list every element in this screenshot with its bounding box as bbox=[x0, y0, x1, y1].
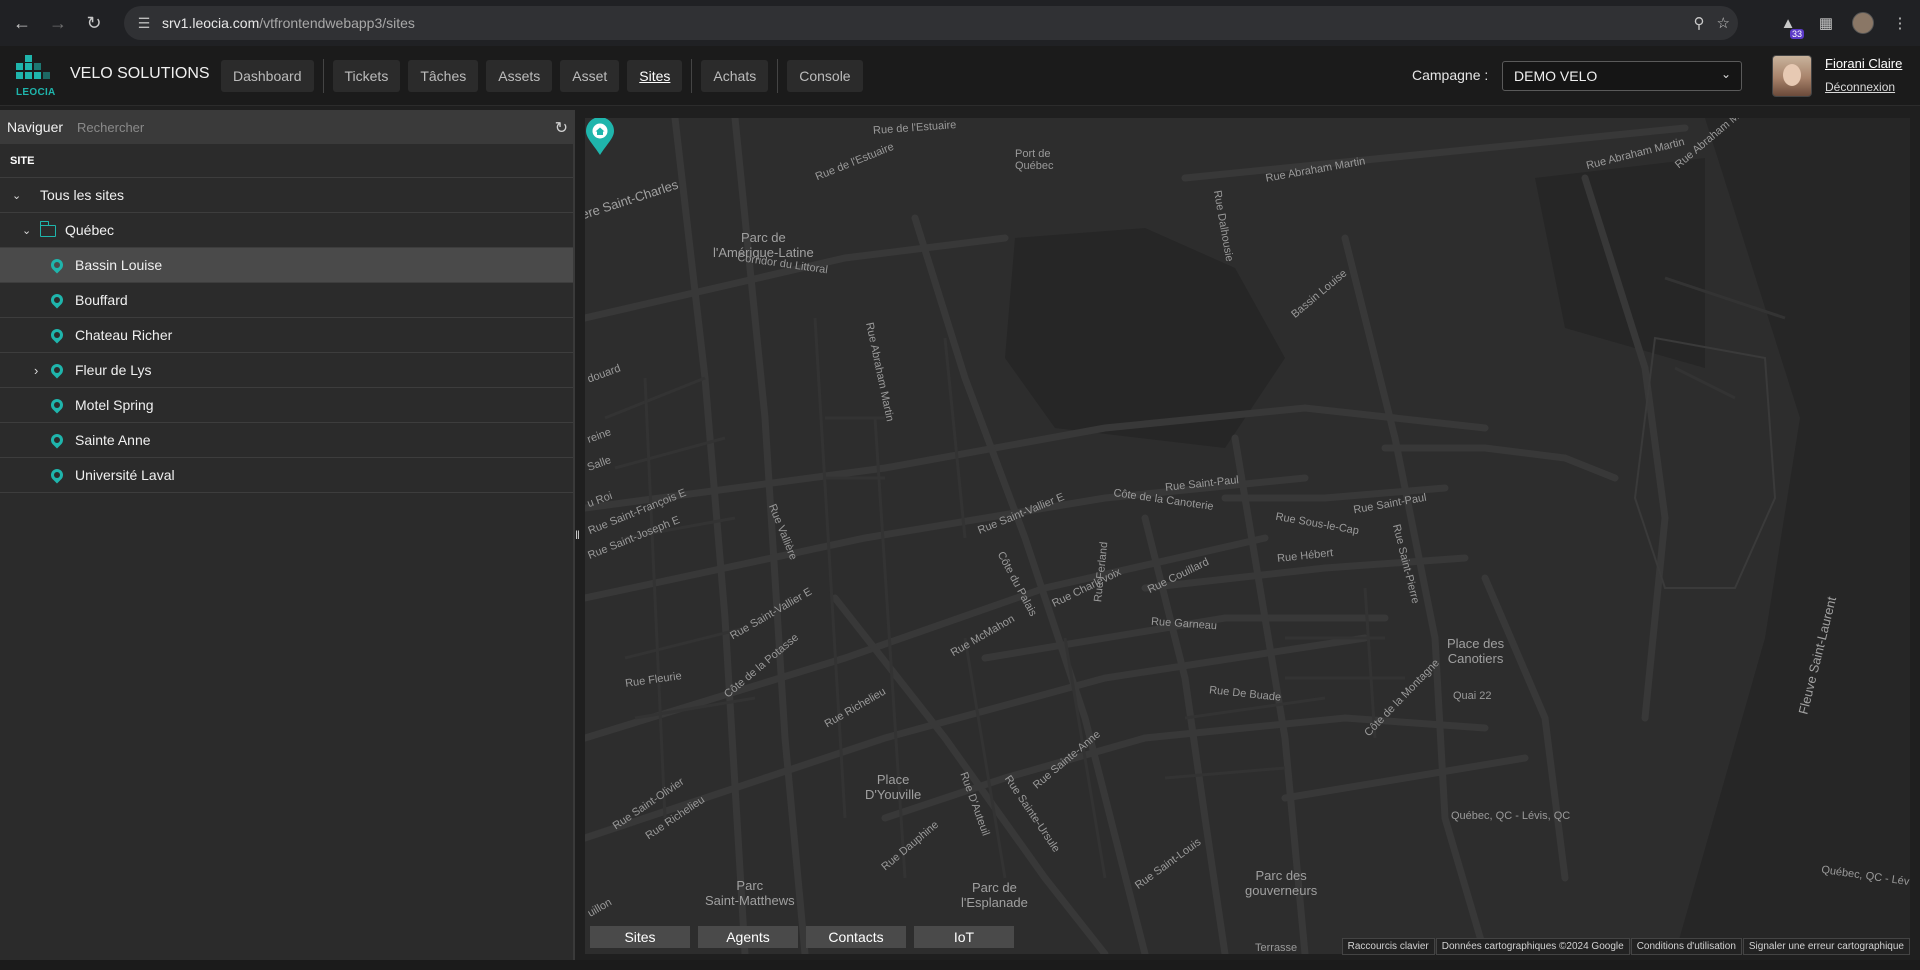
bookmark-star-icon[interactable]: ☆ bbox=[1717, 14, 1730, 32]
map-label: Parc des gouverneurs bbox=[1245, 868, 1318, 898]
nav-dashboard[interactable]: Dashboard bbox=[221, 60, 314, 92]
site-item-bassin-louise[interactable]: Bassin Louise bbox=[0, 248, 573, 283]
user-avatar[interactable] bbox=[1772, 55, 1812, 97]
extensions-puzzle-icon[interactable]: ▦ bbox=[1814, 11, 1838, 35]
keyboard-shortcuts-link[interactable]: Raccourcis clavier bbox=[1341, 938, 1435, 955]
brand-name: VELO SOLUTIONS bbox=[70, 65, 210, 82]
tree-root-all-sites[interactable]: ⌄ Tous les sites bbox=[0, 178, 573, 213]
browser-profile-avatar[interactable] bbox=[1852, 12, 1874, 34]
logout-link[interactable]: Déconnexion bbox=[1825, 80, 1895, 94]
nav-divider bbox=[777, 59, 779, 93]
map-pin-icon bbox=[48, 396, 66, 414]
map-label: Port de Québec bbox=[1015, 148, 1054, 172]
site-item-label: Fleur de Lys bbox=[75, 362, 152, 378]
campaign-value: DEMO VELO bbox=[1514, 68, 1598, 84]
extension-badge: 33 bbox=[1789, 29, 1804, 39]
main-nav: Dashboard Tickets Tâches Assets Asset Si… bbox=[221, 59, 871, 93]
site-location-marker[interactable] bbox=[585, 118, 615, 156]
url-text: srv1.leocia.com/vtfrontendwebapp3/sites bbox=[162, 15, 415, 31]
map-label: Quai 22 bbox=[1453, 690, 1492, 702]
map-pin-icon bbox=[48, 431, 66, 449]
nav-achats[interactable]: Achats bbox=[701, 60, 769, 92]
panel-resize-handle[interactable]: ‖ bbox=[575, 528, 581, 546]
map-tab-agents[interactable]: Agents bbox=[698, 926, 798, 948]
site-item-sainte-anne[interactable]: Sainte Anne bbox=[0, 423, 573, 458]
nav-console[interactable]: Console bbox=[787, 60, 863, 92]
campaign-select[interactable]: DEMO VELO ⌄ bbox=[1502, 61, 1742, 91]
leocia-logo[interactable]: LEOCIA bbox=[14, 53, 56, 99]
url-host: srv1.leocia.com bbox=[162, 15, 260, 31]
tree-group-label: Québec bbox=[65, 222, 115, 238]
address-bar[interactable]: ☰ srv1.leocia.com/vtfrontendwebapp3/site… bbox=[124, 6, 1738, 40]
chevron-down-icon[interactable]: ⌄ bbox=[12, 189, 21, 202]
site-item-fleur-de-lys[interactable]: › Fleur de Lys bbox=[0, 353, 573, 388]
nav-taches[interactable]: Tâches bbox=[408, 60, 479, 92]
map-label: Québec, QC - Lévis, QC bbox=[1451, 810, 1571, 822]
site-item-label: Motel Spring bbox=[75, 397, 154, 413]
logo-mark-icon bbox=[16, 55, 50, 85]
map-attribution: Raccourcis clavier Données cartographiqu… bbox=[1341, 938, 1910, 955]
map-data-credit: Données cartographiques ©2024 Google bbox=[1435, 938, 1630, 955]
map-label: Place des Canotiers bbox=[1447, 636, 1505, 666]
chevron-down-icon: ⌄ bbox=[1720, 67, 1731, 81]
url-path: /vtfrontendwebapp3/sites bbox=[259, 15, 415, 31]
map-pin-icon bbox=[48, 361, 66, 379]
column-header-site: SITE bbox=[0, 144, 573, 178]
nav-asset[interactable]: Asset bbox=[560, 60, 620, 92]
reload-icon[interactable]: ↻ bbox=[76, 5, 112, 41]
terms-of-use-link[interactable]: Conditions d'utilisation bbox=[1630, 938, 1742, 955]
app-header: LEOCIA VELO SOLUTIONS Dashboard Tickets … bbox=[0, 46, 1920, 106]
tree-root-label: Tous les sites bbox=[40, 187, 125, 203]
navigator-search-row: Naviguer ↻ bbox=[0, 110, 573, 144]
navigator-label: Naviguer bbox=[7, 119, 64, 135]
site-item-bouffard[interactable]: Bouffard bbox=[0, 283, 573, 318]
map-layer-tabs: Sites Agents Contacts IoT bbox=[590, 926, 1014, 948]
folder-icon bbox=[39, 221, 56, 237]
map-label: Place D'Youville bbox=[865, 772, 922, 802]
page-bottom-strip bbox=[0, 960, 1920, 970]
map-pin-icon bbox=[48, 326, 66, 344]
nav-divider bbox=[691, 59, 693, 93]
map-tab-contacts[interactable]: Contacts bbox=[806, 926, 906, 948]
extension-icon[interactable]: ▲ 33 bbox=[1776, 11, 1804, 39]
nav-divider bbox=[322, 59, 324, 93]
logo-text: LEOCIA bbox=[16, 87, 56, 98]
site-item-label: Bassin Louise bbox=[75, 257, 163, 273]
site-item-motel-spring[interactable]: Motel Spring bbox=[0, 388, 573, 423]
browser-toolbar: ← → ↻ ☰ srv1.leocia.com/vtfrontendwebapp… bbox=[0, 0, 1920, 46]
tree-group-quebec[interactable]: ⌄ Québec bbox=[0, 213, 573, 248]
site-item-chateau-richer[interactable]: Chateau Richer bbox=[0, 318, 573, 353]
site-item-universite-laval[interactable]: Université Laval bbox=[0, 458, 573, 493]
map-pin-icon bbox=[48, 466, 66, 484]
map-label: Parc de l'Esplanade bbox=[961, 880, 1028, 910]
nav-tickets[interactable]: Tickets bbox=[332, 60, 401, 92]
chevron-down-icon[interactable]: ⌄ bbox=[22, 224, 31, 237]
site-item-label: Université Laval bbox=[75, 467, 175, 483]
campaign-label: Campagne : bbox=[1412, 67, 1489, 83]
report-map-error-link[interactable]: Signaler une erreur cartographique bbox=[1742, 938, 1910, 955]
map-pin-icon bbox=[48, 291, 66, 309]
map-label: Terrasse bbox=[1255, 942, 1298, 954]
site-navigator-panel: Naviguer ↻ SITE ⌄ Tous les sites ⌄ Québe… bbox=[0, 110, 575, 960]
browser-menu-icon[interactable]: ⋮ bbox=[1888, 11, 1912, 35]
site-info-icon[interactable]: ☰ bbox=[128, 7, 160, 39]
site-item-label: Bouffard bbox=[75, 292, 128, 308]
map-pin-icon bbox=[48, 256, 66, 274]
site-item-label: Chateau Richer bbox=[75, 327, 173, 343]
map-view[interactable]: Rue de l'Estuaire Rue de l'Estuaire Port… bbox=[585, 118, 1910, 954]
site-item-label: Sainte Anne bbox=[75, 432, 151, 448]
user-name-link[interactable]: Fiorani Claire bbox=[1825, 56, 1902, 71]
search-input[interactable] bbox=[77, 119, 528, 135]
back-arrow-icon[interactable]: ← bbox=[4, 5, 40, 41]
map-label: Parc Saint-Matthews bbox=[705, 878, 795, 908]
chevron-right-icon[interactable]: › bbox=[34, 363, 38, 378]
nav-assets[interactable]: Assets bbox=[486, 60, 553, 92]
password-key-icon[interactable]: ⚲ bbox=[1694, 14, 1705, 32]
forward-arrow-icon[interactable]: → bbox=[40, 5, 76, 41]
map-tab-iot[interactable]: IoT bbox=[914, 926, 1014, 948]
refresh-icon[interactable]: ↻ bbox=[555, 118, 568, 138]
map-tab-sites[interactable]: Sites bbox=[590, 926, 690, 948]
nav-sites[interactable]: Sites bbox=[627, 60, 683, 92]
